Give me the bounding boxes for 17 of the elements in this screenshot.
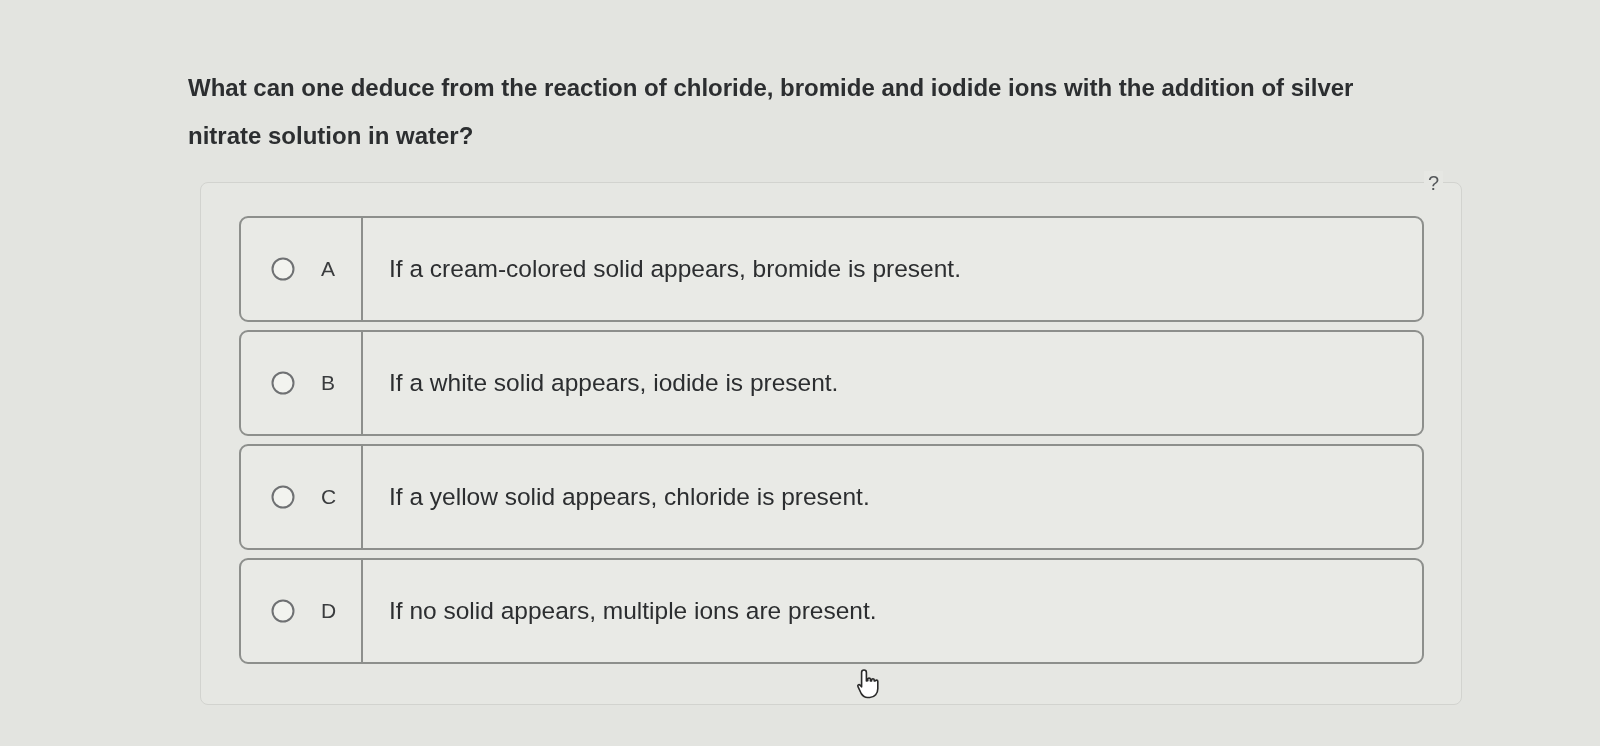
- option-letter: C: [321, 484, 337, 511]
- answer-option[interactable]: D If no solid appears, multiple ions are present.: [239, 558, 1424, 664]
- answer-option[interactable]: A If a cream-colored solid appears, bromide is present.: [239, 216, 1424, 322]
- question-text: What can one deduce from the reaction of chloride, bromide and iodide ions with the addition of silver nitrate solution in water?: [188, 73, 1355, 151]
- option-text: If a yellow solid appears, chloride is present.: [388, 481, 870, 512]
- answer-option[interactable]: C If a yellow solid appears, chloride is present.: [239, 444, 1424, 550]
- option-text: If a white solid appears, iodide is present.: [388, 367, 839, 398]
- option-letter: B: [321, 370, 335, 397]
- radio-button[interactable]: [271, 485, 295, 509]
- radio-button[interactable]: [271, 371, 295, 395]
- radio-button[interactable]: [271, 599, 295, 623]
- option-letter: A: [321, 256, 335, 283]
- option-text: If no solid appears, multiple ions are present.: [388, 595, 877, 626]
- answer-option[interactable]: B If a white solid appears, iodide is present.: [239, 330, 1424, 436]
- option-letter: D: [321, 598, 337, 625]
- radio-button[interactable]: [271, 257, 295, 281]
- option-text: If a cream-colored solid appears, bromide is present.: [388, 253, 961, 284]
